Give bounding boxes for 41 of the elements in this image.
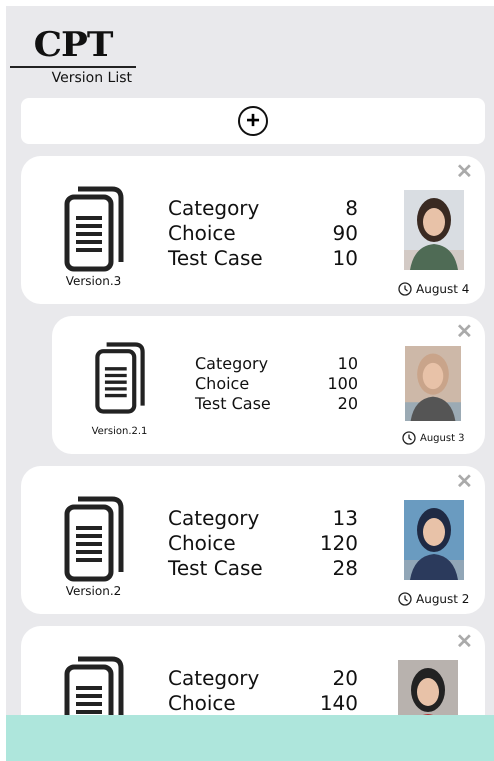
stat-label: Choice xyxy=(168,221,236,246)
version-card[interactable]: Version.2.1 Category 10 Choice 100 Test Case 20 August 3 ✕ xyxy=(52,316,485,454)
stat-label: Test Case xyxy=(168,556,263,581)
stat-label: Category xyxy=(168,506,260,531)
document-icon xyxy=(64,186,124,272)
stat-label: Choice xyxy=(195,374,250,394)
stat-label: Test Case xyxy=(195,394,271,414)
logo: CPT xyxy=(32,28,114,62)
stat-label: Choice xyxy=(168,691,236,715)
stat-value: 10 xyxy=(332,246,358,271)
stat-label: Category xyxy=(195,354,268,374)
stat-label: Test Case xyxy=(168,246,263,271)
stat-value: 10 xyxy=(338,354,358,374)
stat-value: 28 xyxy=(332,556,358,581)
date-label: August 3 xyxy=(420,432,465,444)
stat-value: 90 xyxy=(332,221,358,246)
version-card[interactable]: Category 20 Choice 140 ✕ xyxy=(21,626,485,715)
version-label: Version.2.1 xyxy=(92,426,148,437)
stat-value: 140 xyxy=(320,691,358,715)
subtitle: Version List xyxy=(10,66,136,86)
add-button[interactable]: + xyxy=(21,98,485,144)
stat-value: 120 xyxy=(320,531,358,556)
document-icon xyxy=(94,342,146,414)
stat-value: 20 xyxy=(338,394,358,414)
date-label: August 2 xyxy=(416,592,470,606)
clock-icon xyxy=(398,282,412,296)
stat-label: Category xyxy=(168,666,260,691)
date-label: August 4 xyxy=(416,282,470,296)
stat-value: 100 xyxy=(327,374,358,394)
version-card[interactable]: Version.3 Category 8 Choice 90 Test Case 10 August 4 ✕ xyxy=(21,156,485,304)
version-label: Version.3 xyxy=(66,274,122,288)
stat-label: Category xyxy=(168,196,260,221)
stat-label: Choice xyxy=(168,531,236,556)
document-icon xyxy=(64,496,124,582)
clock-icon xyxy=(402,431,416,445)
version-card[interactable]: Version.2 Category 13 Choice 120 Test Case 28 August 2 ✕ xyxy=(21,466,485,614)
stat-value: 20 xyxy=(332,666,358,691)
version-label: Version.2 xyxy=(66,584,122,598)
clock-icon xyxy=(398,592,412,606)
stat-value: 8 xyxy=(345,196,358,221)
stat-value: 13 xyxy=(332,506,358,531)
